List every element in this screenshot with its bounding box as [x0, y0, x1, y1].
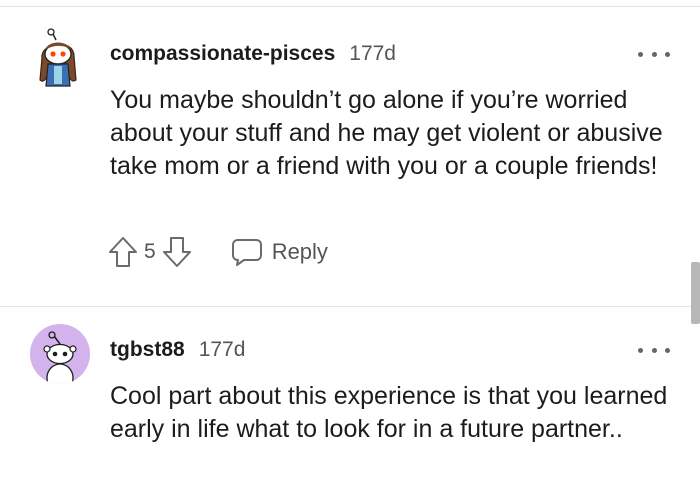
timestamp: 177d: [349, 42, 396, 65]
avatar[interactable]: [30, 324, 90, 384]
speech-bubble-icon: [231, 239, 262, 266]
comment-body: Cool part about this experience is that …: [110, 382, 668, 443]
comment: compassionate-pisces 177d You maybe shou…: [0, 22, 700, 302]
dot: [638, 51, 643, 57]
divider: [0, 6, 700, 7]
more-options-button[interactable]: [638, 44, 670, 64]
comment-actions: 5 Reply: [108, 234, 328, 270]
reply-button[interactable]: Reply: [230, 237, 328, 267]
comment-header: compassionate-pisces 177d: [110, 42, 396, 66]
comment-header: tgbst88 177d: [110, 338, 245, 362]
downvote-arrow-icon: [162, 237, 191, 267]
dot: [665, 51, 670, 57]
comment-body: You maybe shouldn’t go alone if you’re w…: [110, 86, 663, 180]
username-link[interactable]: compassionate-pisces: [110, 42, 335, 66]
downvote-button[interactable]: [162, 236, 192, 268]
username-link[interactable]: tgbst88: [110, 338, 185, 362]
dot: [665, 347, 670, 353]
dot: [651, 347, 657, 353]
upvote-button[interactable]: [108, 236, 138, 268]
scrollbar-thumb[interactable]: [691, 262, 700, 324]
upvote-arrow-icon: [109, 237, 137, 267]
divider: [0, 306, 700, 307]
dot: [638, 347, 643, 353]
vote-count: 5: [144, 240, 156, 263]
snoo-avatar-purple-icon: [30, 324, 90, 384]
avatar[interactable]: [30, 28, 90, 88]
dot: [651, 51, 657, 57]
snoo-avatar-brown-hair-icon: [39, 28, 77, 87]
comment-thread: compassionate-pisces 177d You maybe shou…: [0, 0, 700, 502]
reply-label: Reply: [271, 239, 328, 264]
timestamp: 177d: [198, 338, 246, 361]
comment: tgbst88 177d Cool part about this experi…: [0, 318, 700, 502]
more-options-button[interactable]: [638, 340, 670, 360]
